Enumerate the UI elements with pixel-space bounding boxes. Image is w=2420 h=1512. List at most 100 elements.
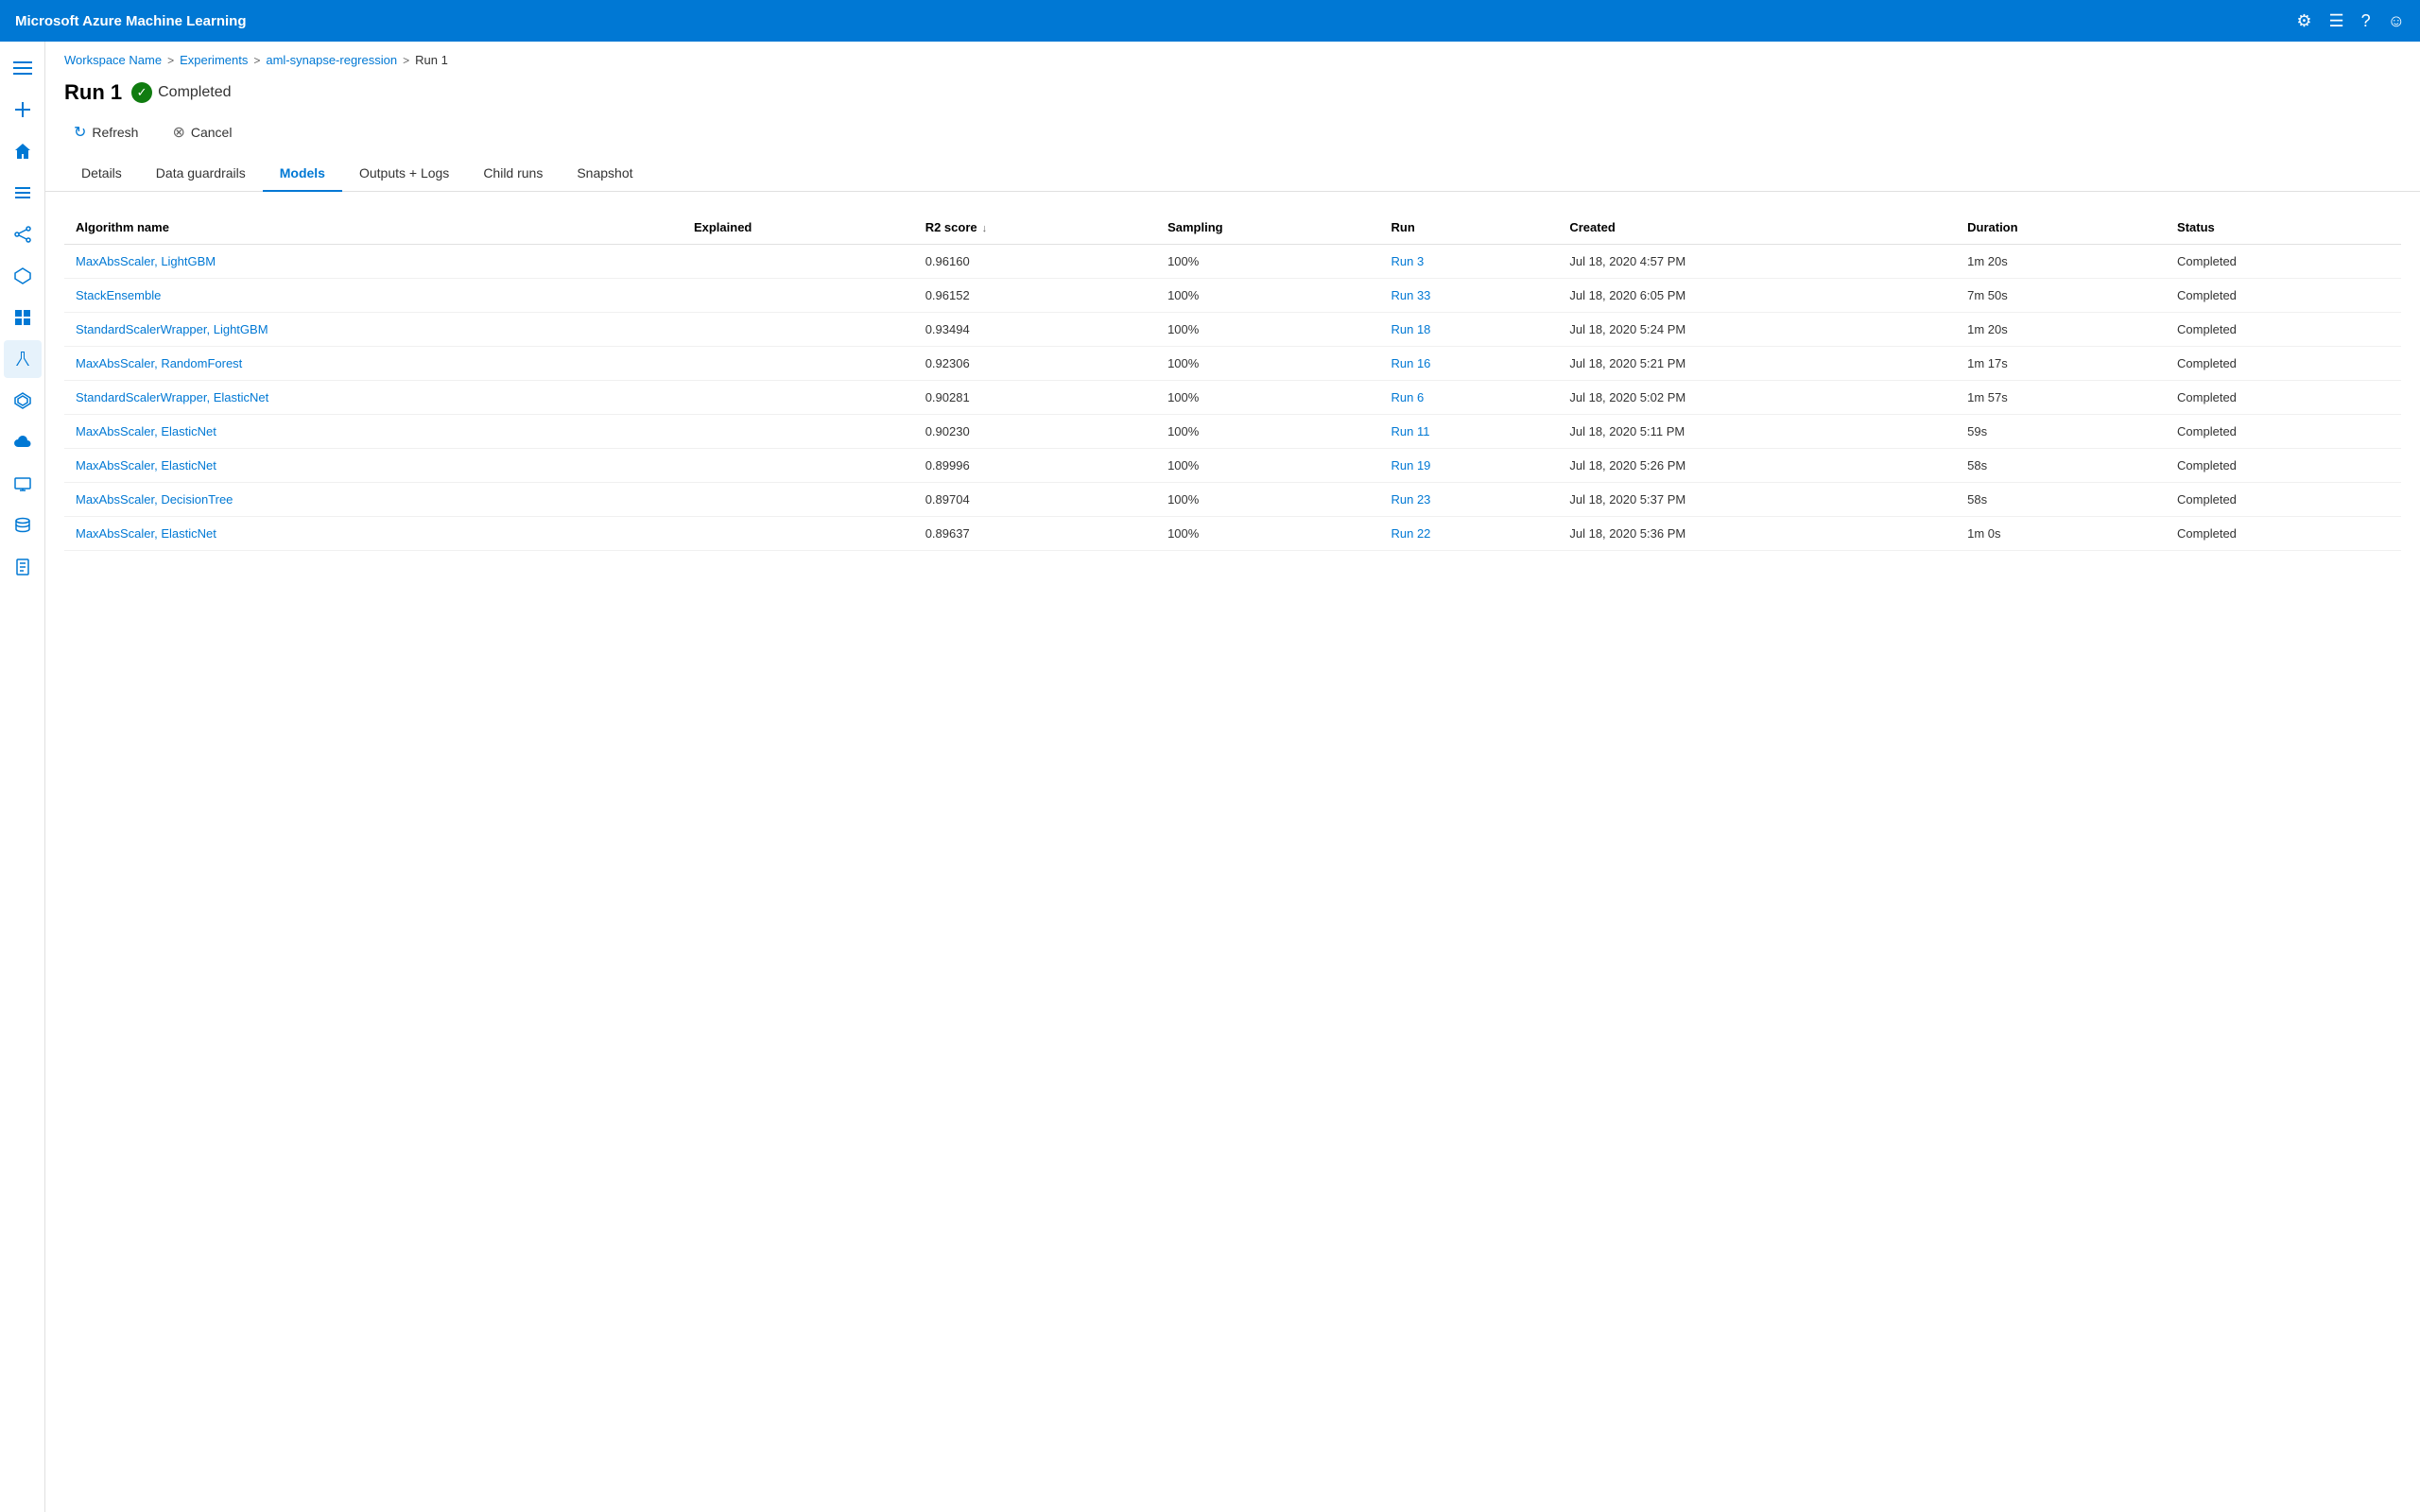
cell-explained	[683, 313, 914, 347]
link-algorithm-6[interactable]: MaxAbsScaler, ElasticNet	[76, 458, 216, 472]
cell-status: Completed	[2166, 483, 2401, 517]
sidebar-compute[interactable]	[4, 465, 42, 503]
tabs: DetailsData guardrailsModelsOutputs + Lo…	[45, 156, 2420, 192]
tab-snapshot[interactable]: Snapshot	[560, 156, 649, 192]
link-run-3[interactable]: Run 16	[1391, 356, 1430, 370]
link-run-2[interactable]: Run 18	[1391, 322, 1430, 336]
col-r2score[interactable]: R2 score ↓	[914, 211, 1156, 245]
sidebar-experiment[interactable]	[4, 340, 42, 378]
table-container: Algorithm nameExplainedR2 score ↓Samplin…	[45, 192, 2420, 570]
cell-r2score: 0.92306	[914, 347, 1156, 381]
link-algorithm-1[interactable]: StackEnsemble	[76, 288, 161, 302]
sidebar-models[interactable]	[4, 382, 42, 420]
cell-sampling: 100%	[1156, 381, 1379, 415]
link-run-5[interactable]: Run 11	[1391, 424, 1429, 438]
cell-run[interactable]: Run 18	[1379, 313, 1558, 347]
link-algorithm-5[interactable]: MaxAbsScaler, ElasticNet	[76, 424, 216, 438]
cell-created: Jul 18, 2020 5:26 PM	[1558, 449, 1956, 483]
breadcrumb-experiments[interactable]: Experiments	[180, 53, 248, 67]
col-status: Status	[2166, 211, 2401, 245]
cell-run[interactable]: Run 23	[1379, 483, 1558, 517]
link-run-1[interactable]: Run 33	[1391, 288, 1430, 302]
sidebar-data[interactable]	[4, 299, 42, 336]
sidebar-home[interactable]	[4, 132, 42, 170]
cell-algorithm[interactable]: MaxAbsScaler, ElasticNet	[64, 415, 683, 449]
breadcrumb-workspace[interactable]: Workspace Name	[64, 53, 162, 67]
cell-r2score: 0.93494	[914, 313, 1156, 347]
link-run-8[interactable]: Run 22	[1391, 526, 1430, 541]
cell-duration: 1m 17s	[1956, 347, 2166, 381]
sidebar-topology[interactable]	[4, 257, 42, 295]
cell-duration: 1m 20s	[1956, 313, 2166, 347]
cell-algorithm[interactable]: StackEnsemble	[64, 279, 683, 313]
sidebar-notebook[interactable]	[4, 548, 42, 586]
link-run-7[interactable]: Run 23	[1391, 492, 1430, 507]
app-title: Microsoft Azure Machine Learning	[15, 13, 2296, 29]
link-algorithm-8[interactable]: MaxAbsScaler, ElasticNet	[76, 526, 216, 541]
table-row: StandardScalerWrapper, LightGBM0.9349410…	[64, 313, 2401, 347]
cell-sampling: 100%	[1156, 517, 1379, 551]
refresh-button[interactable]: ↻ Refresh	[64, 118, 147, 146]
cell-algorithm[interactable]: MaxAbsScaler, ElasticNet	[64, 449, 683, 483]
table-row: StackEnsemble0.96152100%Run 33Jul 18, 20…	[64, 279, 2401, 313]
sidebar-cloud[interactable]	[4, 423, 42, 461]
cell-duration: 1m 57s	[1956, 381, 2166, 415]
tab-models[interactable]: Models	[263, 156, 342, 192]
cell-r2score: 0.96152	[914, 279, 1156, 313]
link-algorithm-4[interactable]: StandardScalerWrapper, ElasticNet	[76, 390, 268, 404]
tab-data-guardrails[interactable]: Data guardrails	[139, 156, 263, 192]
cell-algorithm[interactable]: MaxAbsScaler, DecisionTree	[64, 483, 683, 517]
cell-status: Completed	[2166, 347, 2401, 381]
cell-r2score: 0.89637	[914, 517, 1156, 551]
link-algorithm-2[interactable]: StandardScalerWrapper, LightGBM	[76, 322, 268, 336]
table-row: MaxAbsScaler, RandomForest0.92306100%Run…	[64, 347, 2401, 381]
tab-outputs-plus-logs[interactable]: Outputs + Logs	[342, 156, 466, 192]
link-run-0[interactable]: Run 3	[1391, 254, 1424, 268]
settings-icon[interactable]: ⚙	[2296, 11, 2311, 31]
cell-run[interactable]: Run 11	[1379, 415, 1558, 449]
link-algorithm-7[interactable]: MaxAbsScaler, DecisionTree	[76, 492, 233, 507]
cell-algorithm[interactable]: MaxAbsScaler, LightGBM	[64, 245, 683, 279]
sidebar-add[interactable]	[4, 91, 42, 129]
cell-run[interactable]: Run 6	[1379, 381, 1558, 415]
cell-r2score: 0.90230	[914, 415, 1156, 449]
sidebar-database[interactable]	[4, 507, 42, 544]
main-layout: Workspace Name > Experiments > aml-synap…	[0, 42, 2420, 1512]
tab-child-runs[interactable]: Child runs	[466, 156, 560, 192]
cell-sampling: 100%	[1156, 245, 1379, 279]
sort-icon-r2score: ↓	[979, 223, 988, 234]
breadcrumb-experiment-name[interactable]: aml-synapse-regression	[266, 53, 397, 67]
cell-run[interactable]: Run 3	[1379, 245, 1558, 279]
help-icon[interactable]: ?	[2361, 11, 2371, 31]
tab-details[interactable]: Details	[64, 156, 139, 192]
sidebar-list[interactable]	[4, 174, 42, 212]
models-table: Algorithm nameExplainedR2 score ↓Samplin…	[64, 211, 2401, 551]
cell-algorithm[interactable]: MaxAbsScaler, ElasticNet	[64, 517, 683, 551]
col-explained: Explained	[683, 211, 914, 245]
cell-algorithm[interactable]: StandardScalerWrapper, ElasticNet	[64, 381, 683, 415]
cell-created: Jul 18, 2020 5:24 PM	[1558, 313, 1956, 347]
cell-explained	[683, 449, 914, 483]
sidebar-hamburger[interactable]	[4, 49, 42, 87]
link-algorithm-3[interactable]: MaxAbsScaler, RandomForest	[76, 356, 242, 370]
cell-run[interactable]: Run 19	[1379, 449, 1558, 483]
feedback-icon[interactable]: ☰	[2328, 11, 2343, 31]
account-icon[interactable]: ☺	[2388, 11, 2405, 31]
link-run-6[interactable]: Run 19	[1391, 458, 1430, 472]
cell-status: Completed	[2166, 381, 2401, 415]
cell-algorithm[interactable]: StandardScalerWrapper, LightGBM	[64, 313, 683, 347]
col-created: Created	[1558, 211, 1956, 245]
cell-run[interactable]: Run 33	[1379, 279, 1558, 313]
cell-status: Completed	[2166, 415, 2401, 449]
cancel-button[interactable]: ⊗ Cancel	[163, 118, 241, 146]
sidebar-pipeline[interactable]	[4, 215, 42, 253]
cell-explained	[683, 279, 914, 313]
toolbar: ↻ Refresh ⊗ Cancel	[45, 109, 2420, 156]
cell-run[interactable]: Run 22	[1379, 517, 1558, 551]
link-algorithm-0[interactable]: MaxAbsScaler, LightGBM	[76, 254, 216, 268]
link-run-4[interactable]: Run 6	[1391, 390, 1424, 404]
cell-created: Jul 18, 2020 5:36 PM	[1558, 517, 1956, 551]
table-row: MaxAbsScaler, ElasticNet 0.89637100% Run 2…	[64, 517, 2401, 551]
cell-algorithm[interactable]: MaxAbsScaler, RandomForest	[64, 347, 683, 381]
cell-run[interactable]: Run 16	[1379, 347, 1558, 381]
